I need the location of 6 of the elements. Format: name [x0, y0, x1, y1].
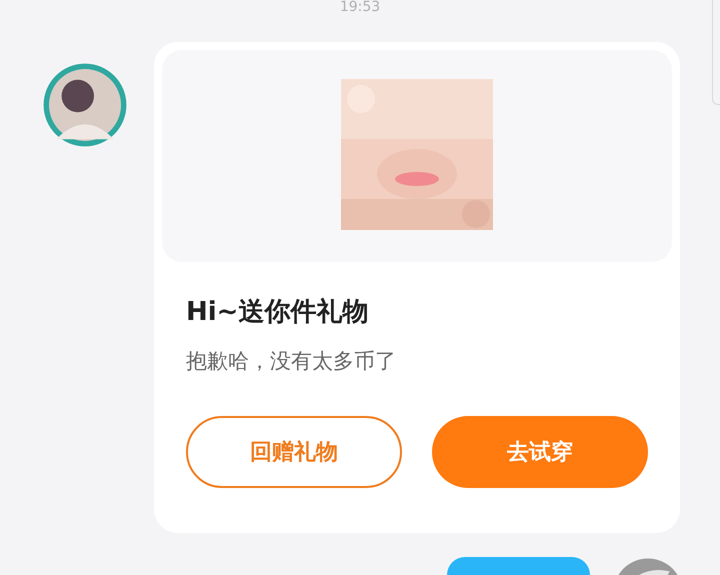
try-on-button[interactable]: 去试穿 — [432, 416, 648, 488]
scrollbar[interactable] — [712, 0, 720, 105]
card-message: 抱歉哈，没有太多币了 — [186, 348, 397, 375]
return-gift-button[interactable]: 回赠礼物 — [186, 416, 402, 488]
card-title: Hi~送你件礼物 — [186, 296, 370, 329]
message-time: 19:53 — [340, 0, 380, 14]
